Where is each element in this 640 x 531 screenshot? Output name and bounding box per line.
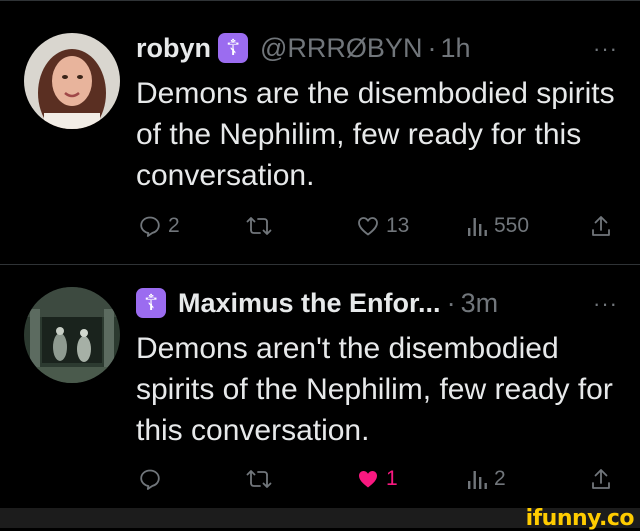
like-button[interactable]: 1 — [356, 467, 398, 491]
ifunny-watermark: ifunny.co — [525, 506, 635, 531]
reply-icon — [140, 216, 160, 237]
handle[interactable]: @RRRØBYN — [260, 33, 422, 64]
repost-icon — [246, 470, 272, 488]
reply-icon — [140, 469, 160, 490]
share-button[interactable] — [590, 214, 612, 238]
more-options-icon[interactable]: ··· — [593, 291, 618, 317]
repost-icon — [246, 217, 272, 235]
separator: · — [427, 32, 437, 63]
timestamp[interactable]: 3m — [461, 288, 499, 319]
avatar[interactable] — [24, 287, 120, 383]
heart-icon — [358, 217, 378, 236]
repost-button[interactable] — [246, 214, 272, 238]
avatar[interactable] — [24, 33, 120, 129]
tweet-text: Demons aren't the disembodied spirits of… — [136, 332, 613, 447]
views-icon — [468, 471, 487, 489]
like-count: 13 — [386, 214, 410, 237]
orthodox-cross-badge-icon: ☦ — [218, 33, 249, 63]
like-count: 1 — [386, 467, 398, 490]
tweet-header: robyn ☦ @RRRØBYN · 1h — [136, 28, 470, 68]
more-options-icon[interactable]: ··· — [593, 36, 618, 62]
views-button[interactable]: 2 — [466, 467, 506, 491]
display-name[interactable]: robyn — [136, 33, 211, 64]
tweet-text: Demons are the disembodied spirits of th… — [136, 77, 615, 192]
views-button[interactable]: 550 — [466, 214, 529, 238]
action-bar: 1 2 — [0, 467, 640, 499]
like-button[interactable]: 13 — [356, 214, 409, 238]
reply-button[interactable]: 2 — [138, 214, 180, 238]
view-count: 2 — [494, 467, 506, 490]
separator: · — [446, 287, 456, 318]
tweet[interactable]: robyn ☦ @RRRØBYN · 1h ··· Demons are the… — [0, 0, 640, 264]
display-name[interactable]: Maximus the Enfor... — [178, 288, 441, 319]
view-count: 550 — [494, 214, 530, 237]
share-icon — [592, 469, 610, 489]
watermark-bar: ifunny.co — [0, 506, 640, 531]
tweet[interactable]: ☦ Maximus the Enfor... · 3m ··· Demons a… — [0, 265, 640, 508]
orthodox-cross-badge-icon: ☦ — [136, 288, 166, 318]
action-bar: 2 13 550 — [0, 214, 640, 246]
share-button[interactable] — [590, 467, 612, 491]
tweet-header: ☦ Maximus the Enfor... · 3m — [136, 283, 498, 323]
reply-count: 2 — [168, 214, 180, 237]
heart-filled-icon — [359, 471, 377, 488]
reply-button[interactable] — [138, 467, 162, 491]
views-icon — [468, 218, 487, 236]
repost-button[interactable] — [246, 467, 272, 491]
timestamp[interactable]: 1h — [440, 33, 470, 64]
share-icon — [592, 216, 610, 236]
